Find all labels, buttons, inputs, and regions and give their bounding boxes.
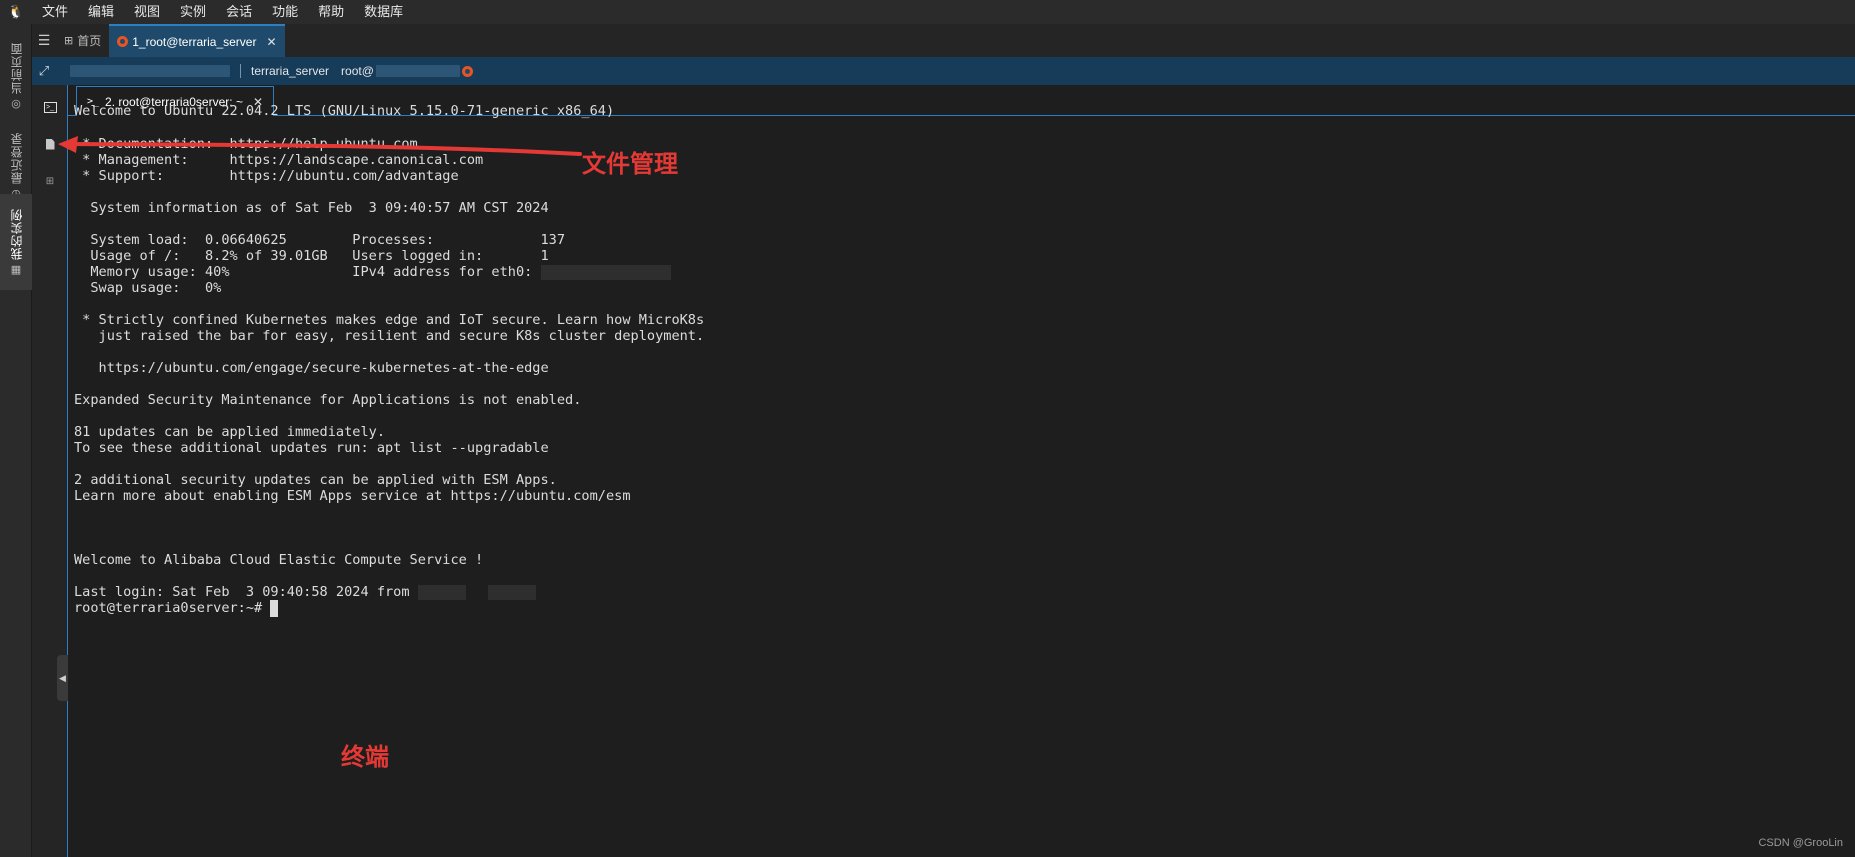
terminal-line-text: Last login: Sat Feb 3 09:40:58 2024 from bbox=[74, 584, 418, 600]
menu-view[interactable]: 视图 bbox=[124, 0, 170, 24]
terminal-line: Learn more about enabling ESM Apps servi… bbox=[74, 488, 631, 504]
divider bbox=[240, 64, 241, 78]
menu-edit[interactable]: 编辑 bbox=[78, 0, 124, 24]
redacted-ip bbox=[417, 584, 466, 600]
vtab-my-instances[interactable]: ▦ 我的实例 bbox=[0, 194, 32, 290]
menu-function[interactable]: 功能 bbox=[262, 0, 308, 24]
redacted-ip bbox=[540, 264, 671, 280]
vtab-current-page-label: 当前页面 bbox=[9, 42, 24, 94]
menu-file[interactable]: 文件 bbox=[32, 0, 78, 24]
terminal-output[interactable]: Welcome to Ubuntu 22.04.2 LTS (GNU/Linux… bbox=[68, 103, 1855, 857]
menu-database[interactable]: 数据库 bbox=[354, 0, 413, 24]
text-cursor bbox=[270, 599, 279, 617]
menu-help[interactable]: 帮助 bbox=[308, 0, 354, 24]
ubuntu-icon bbox=[461, 65, 473, 77]
terminal-line: System information as of Sat Feb 3 09:40… bbox=[74, 200, 549, 216]
vtab-recent-login-label: 最近登录 bbox=[9, 132, 24, 184]
session-user: root@ bbox=[341, 64, 374, 78]
tab-bar: ☰ ⊞ 首页 1_root@terraria_server ✕ bbox=[32, 24, 1855, 57]
tab-home-label: 首页 bbox=[77, 34, 102, 48]
menu-bar: 🐧 文件 编辑 视图 实例 会话 功能 帮助 数据库 bbox=[0, 0, 1855, 24]
tux-icon: 🐧 bbox=[7, 4, 25, 19]
shell-prompt: root@terraria0server:~# bbox=[74, 600, 271, 616]
ubuntu-icon bbox=[117, 36, 129, 47]
terminal-line: just raised the bar for easy, resilient … bbox=[74, 328, 705, 344]
vtab-current-page[interactable]: ◎ 当前页面 bbox=[0, 28, 32, 124]
grid-icon: ⊞ bbox=[64, 35, 74, 47]
fullscreen-icon[interactable]: ⤢ bbox=[32, 63, 56, 79]
terminal-line: Welcome to Ubuntu 22.04.2 LTS (GNU/Linux… bbox=[74, 103, 615, 119]
left-rail: ◎ 当前页面 ◷ 最近登录 ▦ 我的实例 bbox=[0, 24, 32, 857]
session-info-bar: ⤢ terraria_server root@ bbox=[32, 57, 1855, 85]
file-icon bbox=[45, 138, 55, 150]
terminal-line: https://ubuntu.com/engage/secure-kuberne… bbox=[74, 360, 549, 376]
menu-session[interactable]: 会话 bbox=[216, 0, 262, 24]
annotation-file-manager: 文件管理 bbox=[582, 150, 678, 178]
drawer-toggle-handle[interactable]: ◀ bbox=[57, 655, 68, 701]
menu-instance[interactable]: 实例 bbox=[170, 0, 216, 24]
apps-icon: ⊞ bbox=[45, 175, 55, 187]
collapse-sidebar-icon[interactable]: ☰ bbox=[32, 24, 56, 57]
terminal-line: Expanded Security Maintenance for Applic… bbox=[74, 392, 582, 408]
redacted-ip bbox=[375, 65, 460, 77]
redacted-host bbox=[70, 65, 230, 77]
tab-session[interactable]: 1_root@terraria_server ✕ bbox=[109, 24, 285, 57]
server-name: terraria_server bbox=[251, 64, 330, 78]
terminal-line: Swap usage: 0% bbox=[74, 280, 222, 296]
terminal-prompt-line: root@terraria0server:~# bbox=[74, 599, 279, 618]
apps-button[interactable]: ⊞ bbox=[38, 169, 62, 193]
tab-session-label: 1_root@terraria_server bbox=[132, 34, 257, 49]
chevron-left-icon: ◀ bbox=[59, 672, 66, 683]
terminal-line-text: Memory usage: 40% IPv4 address for eth0: bbox=[74, 264, 541, 280]
annotation-terminal: 终端 bbox=[341, 743, 389, 771]
tab-home[interactable]: ⊞ 首页 bbox=[56, 24, 109, 57]
terminal-icon: >_ bbox=[43, 101, 57, 113]
annotation-arrow bbox=[58, 136, 582, 156]
page-icon: ◎ bbox=[11, 98, 21, 110]
terminal-line: Welcome to Alibaba Cloud Elastic Compute… bbox=[74, 552, 484, 568]
close-icon[interactable]: ✕ bbox=[266, 35, 276, 49]
server-icon: ▦ bbox=[10, 264, 22, 276]
watermark: CSDN @GrooLin bbox=[1758, 837, 1843, 849]
terminal-tool-button[interactable]: >_ bbox=[38, 95, 62, 119]
vtab-my-instances-label: 我的实例 bbox=[9, 208, 24, 260]
tool-sidebar: >_ ⊞ bbox=[32, 85, 68, 857]
terminal-line: To see these additional updates run: apt… bbox=[74, 440, 549, 456]
redacted-ip bbox=[487, 584, 536, 600]
terminal-line: * Support: https://ubuntu.com/advantage bbox=[74, 168, 459, 184]
